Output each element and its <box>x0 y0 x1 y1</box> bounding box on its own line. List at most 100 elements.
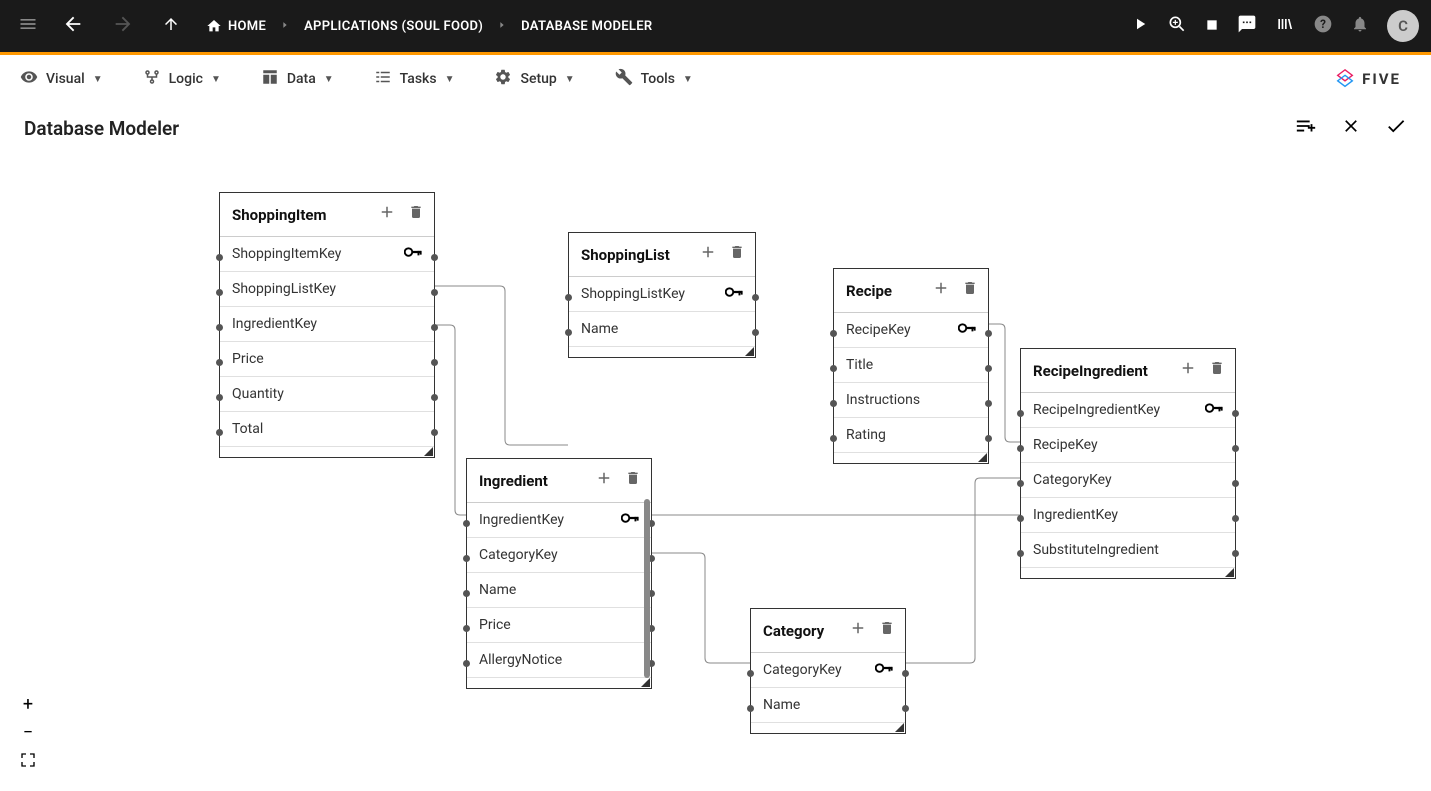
add-list-icon[interactable] <box>1295 115 1317 142</box>
port-left[interactable] <box>216 394 223 401</box>
port-left[interactable] <box>565 329 572 336</box>
check-icon[interactable] <box>1385 115 1407 142</box>
port-left[interactable] <box>463 625 470 632</box>
table-header[interactable]: ShoppingList <box>569 233 755 277</box>
table-shopping-list[interactable]: ShoppingListShoppingListKeyName <box>568 232 756 358</box>
table-row[interactable]: Name <box>467 573 651 608</box>
table-row[interactable]: Total <box>220 412 434 447</box>
add-field-icon[interactable] <box>1179 359 1197 382</box>
table-row[interactable]: ShoppingListKey <box>569 277 755 312</box>
port-right[interactable] <box>431 254 438 261</box>
resize-handle[interactable] <box>422 445 434 457</box>
port-left[interactable] <box>1017 445 1024 452</box>
resize-handle[interactable] <box>1223 566 1235 578</box>
resize-handle[interactable] <box>893 721 905 733</box>
port-left[interactable] <box>216 359 223 366</box>
table-recipe-ingredient[interactable]: RecipeIngredientRecipeIngredientKeyRecip… <box>1020 348 1236 579</box>
port-left[interactable] <box>830 330 837 337</box>
port-left[interactable] <box>1017 410 1024 417</box>
port-right[interactable] <box>1232 445 1239 452</box>
table-row[interactable]: Quantity <box>220 377 434 412</box>
table-recipe[interactable]: RecipeRecipeKeyTitleInstructionsRating <box>833 268 989 464</box>
port-left[interactable] <box>463 660 470 667</box>
search-icon[interactable] <box>1167 14 1187 39</box>
port-left[interactable] <box>1017 550 1024 557</box>
table-header[interactable]: ShoppingItem <box>220 193 434 237</box>
avatar[interactable]: C <box>1387 10 1419 42</box>
port-right[interactable] <box>431 289 438 296</box>
port-left[interactable] <box>216 324 223 331</box>
port-left[interactable] <box>747 670 754 677</box>
port-left[interactable] <box>830 365 837 372</box>
port-right[interactable] <box>1232 480 1239 487</box>
zoom-in-button[interactable]: + <box>14 690 42 718</box>
table-row[interactable]: Price <box>467 608 651 643</box>
table-row[interactable]: RecipeKey <box>834 313 988 348</box>
add-field-icon[interactable] <box>849 619 867 642</box>
table-row[interactable]: RecipeKey <box>1021 428 1235 463</box>
delete-table-icon[interactable] <box>879 619 895 642</box>
table-row[interactable]: Name <box>569 312 755 347</box>
table-row[interactable]: IngredientKey <box>1021 498 1235 533</box>
port-right[interactable] <box>985 365 992 372</box>
resize-handle[interactable] <box>743 345 755 357</box>
port-right[interactable] <box>1232 515 1239 522</box>
port-right[interactable] <box>431 324 438 331</box>
scrollbar[interactable] <box>644 499 650 678</box>
close-icon[interactable] <box>1341 116 1361 141</box>
table-row[interactable]: Rating <box>834 418 988 453</box>
table-ingredient[interactable]: IngredientIngredientKeyCategoryKeyNamePr… <box>466 458 652 689</box>
resize-handle[interactable] <box>976 451 988 463</box>
table-row[interactable]: AllergyNotice <box>467 643 651 678</box>
chat-icon[interactable] <box>1237 14 1257 39</box>
stop-icon[interactable] <box>1205 16 1219 37</box>
delete-table-icon[interactable] <box>962 279 978 302</box>
zoom-out-button[interactable]: − <box>14 718 42 746</box>
table-row[interactable]: CategoryKey <box>751 653 905 688</box>
port-left[interactable] <box>463 555 470 562</box>
add-field-icon[interactable] <box>595 469 613 492</box>
table-row[interactable]: Price <box>220 342 434 377</box>
delete-table-icon[interactable] <box>408 203 424 226</box>
port-left[interactable] <box>830 400 837 407</box>
port-right[interactable] <box>1232 550 1239 557</box>
port-left[interactable] <box>1017 480 1024 487</box>
port-left[interactable] <box>216 254 223 261</box>
breadcrumb-home[interactable]: HOME <box>206 18 266 34</box>
help-icon[interactable]: ? <box>1313 14 1333 39</box>
table-category[interactable]: CategoryCategoryKeyName <box>750 608 906 734</box>
port-left[interactable] <box>830 435 837 442</box>
table-row[interactable]: RecipeIngredientKey <box>1021 393 1235 428</box>
port-left[interactable] <box>216 289 223 296</box>
table-row[interactable]: CategoryKey <box>467 538 651 573</box>
table-header[interactable]: Ingredient <box>467 459 651 503</box>
port-left[interactable] <box>747 705 754 712</box>
table-header[interactable]: Category <box>751 609 905 653</box>
table-row[interactable]: Title <box>834 348 988 383</box>
table-shopping-item[interactable]: ShoppingItemShoppingItemKeyShoppingListK… <box>219 192 435 458</box>
port-left[interactable] <box>216 429 223 436</box>
nav-back-icon[interactable] <box>52 7 94 46</box>
add-field-icon[interactable] <box>932 279 950 302</box>
port-left[interactable] <box>1017 515 1024 522</box>
add-field-icon[interactable] <box>378 203 396 226</box>
delete-table-icon[interactable] <box>729 243 745 266</box>
port-right[interactable] <box>985 435 992 442</box>
table-row[interactable]: IngredientKey <box>467 503 651 538</box>
canvas[interactable]: ShoppingItemShoppingItemKey ShoppingListK… <box>0 150 1431 782</box>
menu-setup[interactable]: Setup ▼ <box>494 68 574 90</box>
menu-tools[interactable]: Tools ▼ <box>615 68 693 90</box>
port-left[interactable] <box>565 294 572 301</box>
port-right[interactable] <box>985 400 992 407</box>
port-right[interactable] <box>752 329 759 336</box>
fullscreen-button[interactable] <box>14 746 42 774</box>
bell-icon[interactable] <box>1351 15 1369 38</box>
port-right[interactable] <box>902 670 909 677</box>
hamburger-icon[interactable] <box>12 8 44 44</box>
table-row[interactable]: ShoppingItemKey <box>220 237 434 272</box>
port-right[interactable] <box>1232 410 1239 417</box>
menu-logic[interactable]: Logic ▼ <box>143 68 221 90</box>
port-right[interactable] <box>752 294 759 301</box>
breadcrumb-applications[interactable]: APPLICATIONS (SOUL FOOD) <box>304 19 483 34</box>
port-left[interactable] <box>463 590 470 597</box>
